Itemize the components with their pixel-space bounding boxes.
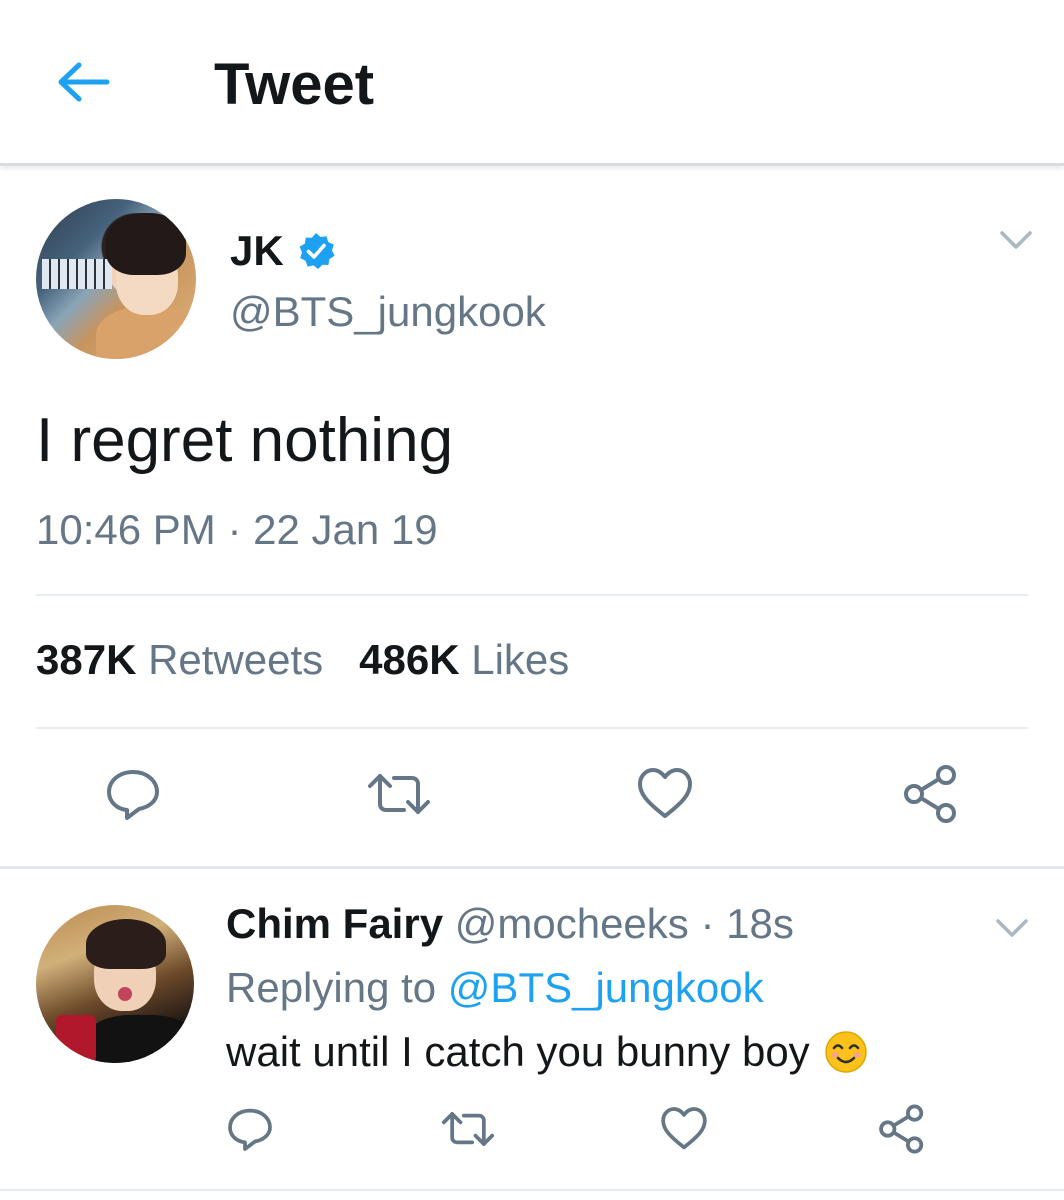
share-icon	[879, 1104, 924, 1154]
share-button[interactable]	[896, 759, 966, 829]
reply-header: Chim Fairy @mocheeks · 18s	[226, 899, 794, 949]
avatar-hair	[86, 919, 166, 969]
reply-separator: ·	[700, 900, 715, 947]
replying-mention-link[interactable]: @BTS_jungkook	[448, 964, 764, 1011]
avatar-hair	[106, 213, 186, 275]
share-icon	[904, 765, 956, 823]
replying-label: Replying to	[226, 964, 437, 1011]
arrow-left-icon	[58, 62, 110, 102]
tweet-stats: 387K Retweets 486K Likes	[36, 635, 605, 685]
verified-badge-icon	[299, 233, 335, 269]
avatar-mouth	[118, 987, 132, 1001]
reply-text: wait until I catch you bunny boy	[226, 1028, 810, 1075]
likes-stat[interactable]: 486K Likes	[359, 635, 569, 685]
reply-like-button[interactable]	[654, 1099, 714, 1159]
retweet-button[interactable]	[364, 759, 434, 829]
reply-share-button[interactable]	[872, 1099, 932, 1159]
reply-tweet[interactable]: Chim Fairy @mocheeks · 18s Replying to @…	[0, 869, 1064, 1200]
retweets-stat[interactable]: 387K Retweets	[36, 635, 323, 685]
like-icon	[638, 768, 692, 818]
author-handle[interactable]: @BTS_jungkook	[230, 287, 546, 337]
smiling-face-emoji-icon	[824, 1031, 867, 1073]
retweets-count: 387K	[36, 636, 137, 683]
reply-button[interactable]	[98, 759, 168, 829]
page-title: Tweet	[214, 52, 375, 117]
chevron-down-icon[interactable]	[992, 913, 1032, 943]
author-display-name: JK	[230, 227, 284, 274]
like-icon	[661, 1107, 707, 1150]
like-button[interactable]	[630, 759, 700, 829]
tweet-text: I regret nothing	[36, 406, 454, 475]
chevron-down-icon[interactable]	[996, 225, 1036, 255]
reply-handle[interactable]: @mocheeks	[455, 900, 689, 947]
reply-actions	[0, 1099, 1064, 1159]
divider	[36, 727, 1028, 729]
retweet-icon	[441, 1112, 495, 1146]
divider	[36, 594, 1028, 596]
retweets-label: Retweets	[148, 636, 324, 683]
reply-icon	[107, 770, 159, 820]
likes-count: 486K	[359, 636, 460, 683]
reply-time: 18s	[726, 900, 794, 947]
main-tweet: JK @BTS_jungkook I regret nothing 10:46 …	[0, 169, 1064, 867]
reply-icon	[228, 1108, 272, 1151]
app-bar: Tweet	[0, 0, 1064, 166]
avatar-background	[42, 259, 112, 289]
author-name-row[interactable]: JK	[230, 227, 336, 275]
divider	[0, 1189, 1064, 1191]
avatar[interactable]	[36, 199, 196, 359]
tweet-timestamp: 10:46 PM · 22 Jan 19	[36, 506, 438, 553]
reply-reply-button[interactable]	[220, 1099, 280, 1159]
tweet-actions	[0, 759, 1064, 829]
replying-to: Replying to @BTS_jungkook	[226, 963, 764, 1013]
avatar-shirt	[86, 1015, 194, 1063]
likes-label: Likes	[471, 636, 570, 683]
reply-text-row: wait until I catch you bunny boy	[226, 1027, 868, 1077]
reply-display-name[interactable]: Chim Fairy	[226, 900, 443, 947]
reply-retweet-button[interactable]	[438, 1099, 498, 1159]
avatar-cup	[56, 1015, 96, 1063]
reply-avatar[interactable]	[36, 905, 194, 1063]
retweet-icon	[368, 774, 430, 814]
back-button[interactable]	[50, 52, 116, 112]
